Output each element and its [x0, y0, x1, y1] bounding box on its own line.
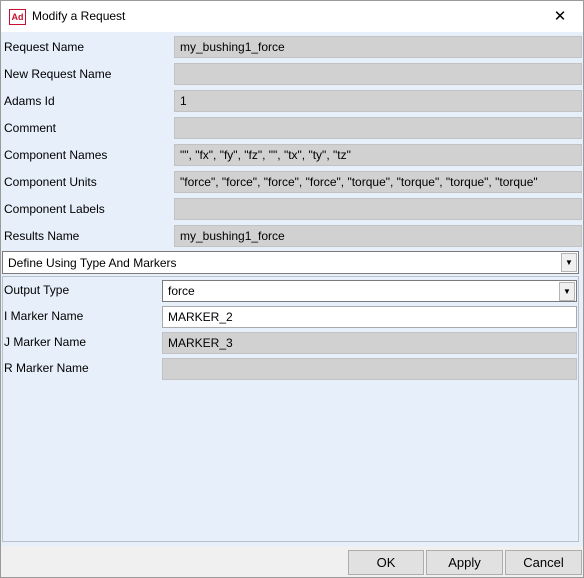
component-names-value: "", "fx", "fy", "fz", "", "tx", "ty", "t…: [180, 148, 351, 162]
output-type-row: Output Type force ▼: [3, 278, 578, 304]
adams-id-label: Adams Id: [4, 94, 55, 108]
i-marker-value: MARKER_2: [168, 310, 233, 324]
output-type-value: force: [168, 284, 195, 298]
j-marker-row: J Marker Name MARKER_3: [3, 330, 578, 356]
i-marker-row: I Marker Name MARKER_2: [3, 304, 578, 330]
component-units-field[interactable]: "force", "force", "force", "force", "tor…: [174, 171, 582, 193]
component-names-label: Component Names: [4, 148, 108, 162]
results-name-value: my_bushing1_force: [180, 229, 285, 243]
component-labels-row: Component Labels: [1, 195, 583, 222]
ok-button[interactable]: OK: [348, 550, 424, 575]
chevron-down-icon[interactable]: ▼: [561, 253, 577, 272]
request-name-value: my_bushing1_force: [180, 40, 285, 54]
component-units-label: Component Units: [4, 175, 97, 189]
new-request-name-label: New Request Name: [4, 67, 112, 81]
adams-app-icon: Ad: [9, 9, 26, 25]
component-labels-label: Component Labels: [4, 202, 105, 216]
comment-field[interactable]: [174, 117, 582, 139]
results-name-field[interactable]: my_bushing1_force: [174, 225, 582, 247]
definition-mode-value: Define Using Type And Markers: [8, 256, 177, 270]
apply-button[interactable]: Apply: [426, 550, 503, 575]
component-units-value: "force", "force", "force", "force", "tor…: [180, 175, 538, 189]
component-names-row: Component Names "", "fx", "fy", "fz", ""…: [1, 141, 583, 168]
definition-mode-select[interactable]: Define Using Type And Markers ▼: [2, 251, 579, 274]
r-marker-field[interactable]: [162, 358, 577, 380]
j-marker-label: J Marker Name: [4, 335, 87, 349]
request-name-label: Request Name: [4, 40, 85, 54]
adams-id-value: 1: [180, 94, 187, 108]
dialog-title: Modify a Request: [32, 9, 126, 23]
j-marker-field[interactable]: MARKER_3: [162, 332, 577, 354]
j-marker-value: MARKER_3: [168, 336, 233, 350]
component-labels-field[interactable]: [174, 198, 582, 220]
request-name-row: Request Name my_bushing1_force: [1, 33, 583, 60]
adams-id-row: Adams Id 1: [1, 87, 583, 114]
comment-row: Comment: [1, 114, 583, 141]
i-marker-field[interactable]: MARKER_2: [162, 306, 577, 328]
results-name-row: Results Name my_bushing1_force: [1, 222, 583, 249]
close-icon: ✕: [553, 8, 567, 25]
results-name-label: Results Name: [4, 229, 80, 243]
r-marker-row: R Marker Name: [3, 356, 578, 382]
title-bar: Ad Modify a Request ✕: [1, 1, 583, 32]
output-type-select[interactable]: force ▼: [162, 280, 577, 302]
dialog-body: Request Name my_bushing1_force New Reque…: [1, 32, 583, 546]
adams-id-field[interactable]: 1: [174, 90, 582, 112]
field-corner-mark: [174, 36, 181, 37]
output-type-label: Output Type: [4, 283, 70, 297]
request-name-field[interactable]: my_bushing1_force: [174, 36, 582, 58]
close-button[interactable]: ✕: [537, 1, 583, 32]
component-names-field[interactable]: "", "fx", "fy", "fz", "", "tx", "ty", "t…: [174, 144, 582, 166]
cancel-button[interactable]: Cancel: [505, 550, 582, 575]
new-request-name-field[interactable]: [174, 63, 582, 85]
i-marker-label: I Marker Name: [4, 309, 84, 323]
button-bar: OK Apply Cancel: [1, 546, 583, 577]
modify-request-dialog: Ad Modify a Request ✕ Request Name my_bu…: [0, 0, 584, 578]
comment-label: Comment: [4, 121, 57, 135]
component-units-row: Component Units "force", "force", "force…: [1, 168, 583, 195]
r-marker-label: R Marker Name: [4, 361, 89, 375]
marker-definition-panel: Output Type force ▼ I Marker Name MARKER…: [2, 276, 579, 542]
new-request-name-row: New Request Name: [1, 60, 583, 87]
chevron-down-icon[interactable]: ▼: [559, 282, 575, 301]
